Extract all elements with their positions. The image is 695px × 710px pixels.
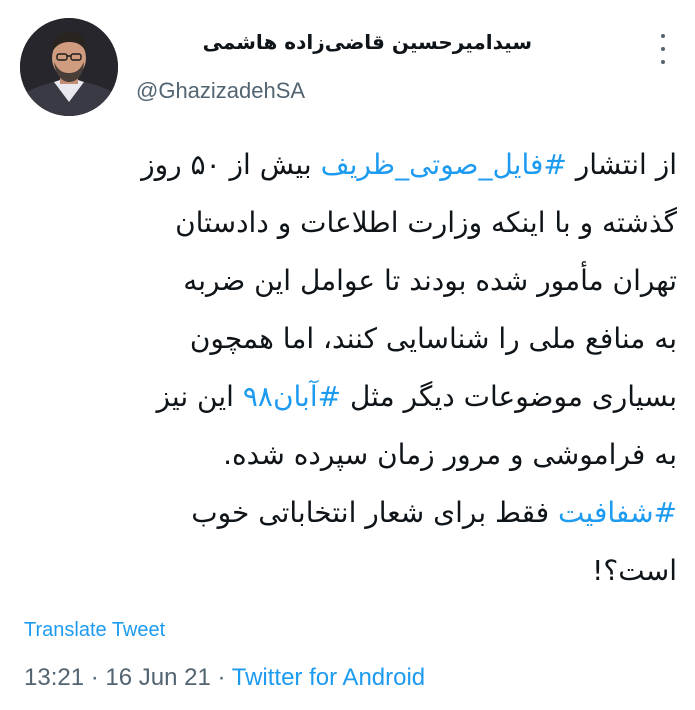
tweet-date[interactable]: 16 Jun 21: [105, 664, 210, 691]
tweet-line-8: است؟!: [9, 542, 677, 600]
tweet-line-7: #شفافیت فقط برای شعار انتخاباتی خوب: [9, 484, 677, 542]
author-handle[interactable]: @GhazizadehSA: [136, 78, 305, 104]
tweet-text-segment: فقط برای شعار انتخاباتی خوب: [191, 496, 559, 529]
translate-tweet-link[interactable]: Translate Tweet: [24, 619, 165, 642]
tweet-text-segment: به فراموشی و مرور زمان سپرده شده.: [223, 438, 677, 471]
hashtag-link[interactable]: #آبان۹۸: [243, 380, 341, 413]
more-dot: [661, 34, 665, 38]
tweet-time[interactable]: 13:21: [24, 664, 84, 691]
tweet-line-1: از انتشار #فایل_صوتی_ظریف بیش از ۵۰ روز: [9, 136, 677, 194]
hashtag-link[interactable]: #فایل_صوتی_ظریف: [321, 148, 567, 181]
tweet-source-link[interactable]: Twitter for Android: [232, 664, 425, 691]
tweet-line-4: به منافع ملی را شناسایی کنند، اما همچون: [9, 310, 677, 368]
author-display-name[interactable]: سیدامیرحسین قاضی‌زاده هاشمی: [203, 30, 532, 54]
tweet-line-5: بسیاری موضوعات دیگر مثل #آبان۹۸ این نیز: [9, 368, 677, 426]
more-dot: [661, 47, 665, 51]
more-dot: [661, 60, 665, 64]
tweet-text: از انتشار #فایل_صوتی_ظریف بیش از ۵۰ روز …: [9, 136, 677, 600]
tweet-text-segment: است؟!: [592, 554, 677, 587]
tweet-card: سیدامیرحسین قاضی‌زاده هاشمی @GhazizadehS…: [0, 0, 695, 710]
hashtag-link[interactable]: #شفافیت: [558, 496, 677, 529]
tweet-text-segment: این نیز: [156, 380, 243, 413]
person-portrait-avatar-icon: [20, 18, 118, 116]
tweet-text-segment: بسیاری موضوعات دیگر مثل: [341, 380, 677, 413]
tweet-text-segment: به منافع ملی را شناسایی کنند، اما همچون: [189, 322, 677, 355]
more-options-icon[interactable]: [652, 34, 674, 64]
tweet-text-segment: بیش از ۵۰ روز: [141, 148, 321, 181]
meta-separator: ·: [217, 664, 226, 691]
tweet-line-6: به فراموشی و مرور زمان سپرده شده.: [9, 426, 677, 484]
tweet-text-segment: تهران مأمور شده بودند تا عوامل این ضربه: [183, 264, 677, 297]
tweet-meta: 13:21 · 16 Jun 21 · Twitter for Android: [24, 664, 425, 692]
author-avatar[interactable]: [20, 18, 118, 116]
meta-separator: ·: [90, 664, 99, 691]
tweet-text-segment: گذشته و با اینکه وزارت اطلاعات و دادستان: [175, 206, 677, 239]
tweet-text-segment: از انتشار: [566, 148, 677, 181]
tweet-line-2: گذشته و با اینکه وزارت اطلاعات و دادستان: [9, 194, 677, 252]
tweet-line-3: تهران مأمور شده بودند تا عوامل این ضربه: [9, 252, 677, 310]
